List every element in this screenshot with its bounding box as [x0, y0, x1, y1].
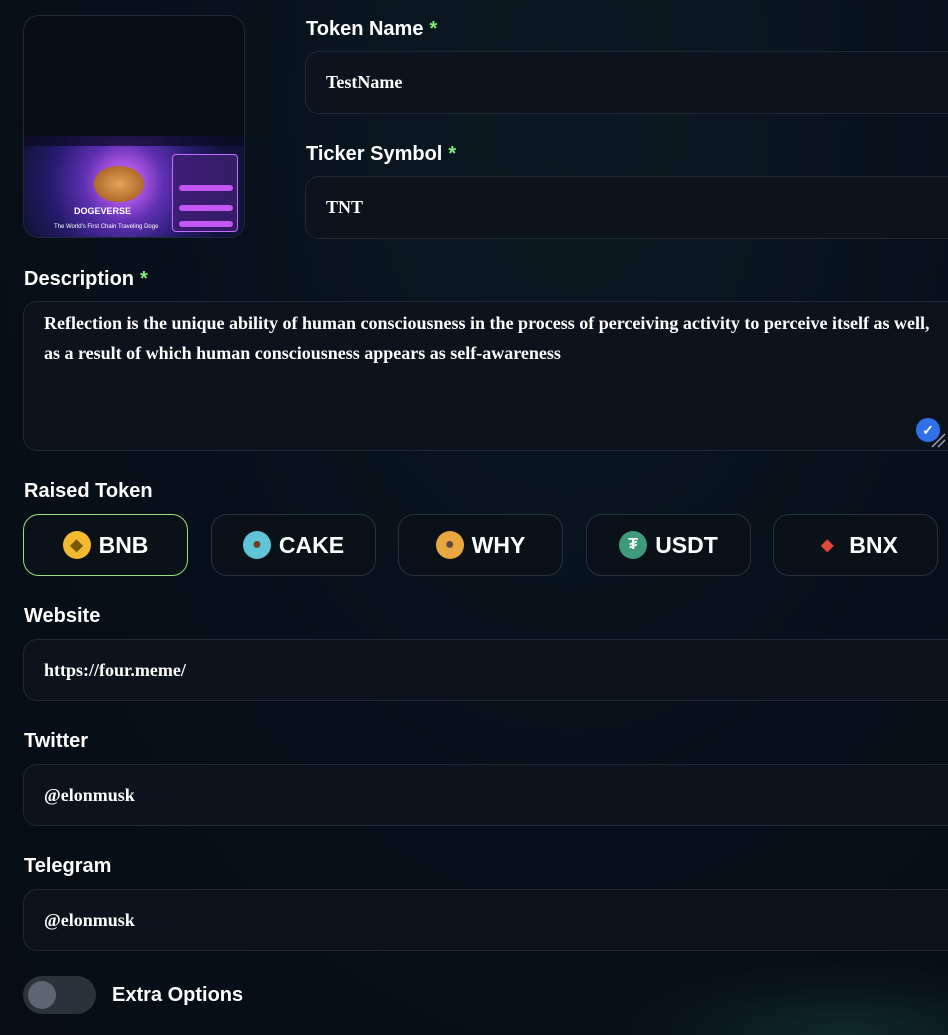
preview-tagline: The World's First Chain Traveling Doge [54, 224, 159, 230]
twitter-label: Twitter [24, 730, 89, 752]
why-icon: ● [435, 531, 464, 559]
token-image-preview: DOGEVERSE The World's First Chain Travel… [24, 136, 244, 237]
preview-dog-image [94, 166, 144, 202]
website-value: https://four.meme/ [44, 659, 186, 680]
website-input[interactable]: https://four.meme/ [23, 639, 948, 701]
extra-options-label: Extra Options [112, 984, 244, 1006]
token-name-input[interactable]: TestName [305, 51, 948, 114]
cake-icon: ● [242, 531, 271, 559]
token-name-value: TestName [326, 72, 403, 92]
preview-panel-button [179, 185, 233, 191]
raised-token-option-label: USDT [655, 531, 718, 558]
description-label: Description * [24, 268, 148, 290]
raised-token-option-label: BNX [849, 531, 898, 558]
preview-panel-button [179, 221, 233, 227]
website-label: Website [24, 605, 101, 627]
preview-panel-button [179, 205, 233, 211]
ticker-symbol-label: Ticker Symbol * [306, 143, 457, 165]
token-name-label: Token Name * [306, 18, 438, 40]
preview-brand: DOGEVERSE [74, 206, 132, 216]
extra-options-toggle[interactable] [23, 976, 96, 1014]
usdt-icon: ₮ [619, 531, 648, 559]
raised-token-label: Raised Token [24, 480, 153, 502]
raised-token-option-label: BNB [98, 531, 149, 558]
preview-nav-bar [24, 136, 244, 146]
telegram-label: Telegram [24, 855, 112, 877]
twitter-value: @elonmusk [44, 784, 135, 805]
description-textarea[interactable]: Reflection is the unique ability of huma… [23, 301, 948, 451]
raised-token-option-bnx[interactable]: ◆ BNX [773, 514, 938, 576]
required-mark: * [429, 18, 438, 40]
ticker-symbol-value: TNT [326, 197, 364, 217]
toggle-knob [28, 981, 56, 1009]
background-decoration [610, 960, 948, 1035]
token-image-upload[interactable]: DOGEVERSE The World's First Chain Travel… [23, 15, 245, 238]
preview-panel [172, 154, 238, 232]
raised-token-option-why[interactable]: ● WHY [398, 514, 563, 576]
twitter-input[interactable]: @elonmusk [23, 764, 948, 826]
description-value: Reflection is the unique ability of huma… [44, 313, 930, 363]
raised-token-option-cake[interactable]: ● CAKE [211, 514, 376, 576]
bnx-icon: ◆ [821, 537, 834, 554]
raised-token-option-label: WHY [471, 531, 526, 558]
raised-token-option-bnb[interactable]: ◆ BNB [23, 514, 188, 576]
telegram-value: @elonmusk [44, 909, 135, 930]
bnb-icon: ◆ [62, 531, 91, 559]
required-mark: * [448, 143, 457, 165]
resize-handle-icon[interactable] [930, 432, 946, 448]
raised-token-option-usdt[interactable]: ₮ USDT [586, 514, 751, 576]
telegram-input[interactable]: @elonmusk [23, 889, 948, 951]
ticker-symbol-input[interactable]: TNT [305, 176, 948, 239]
raised-token-option-label: CAKE [278, 531, 345, 558]
required-mark: * [140, 268, 148, 290]
